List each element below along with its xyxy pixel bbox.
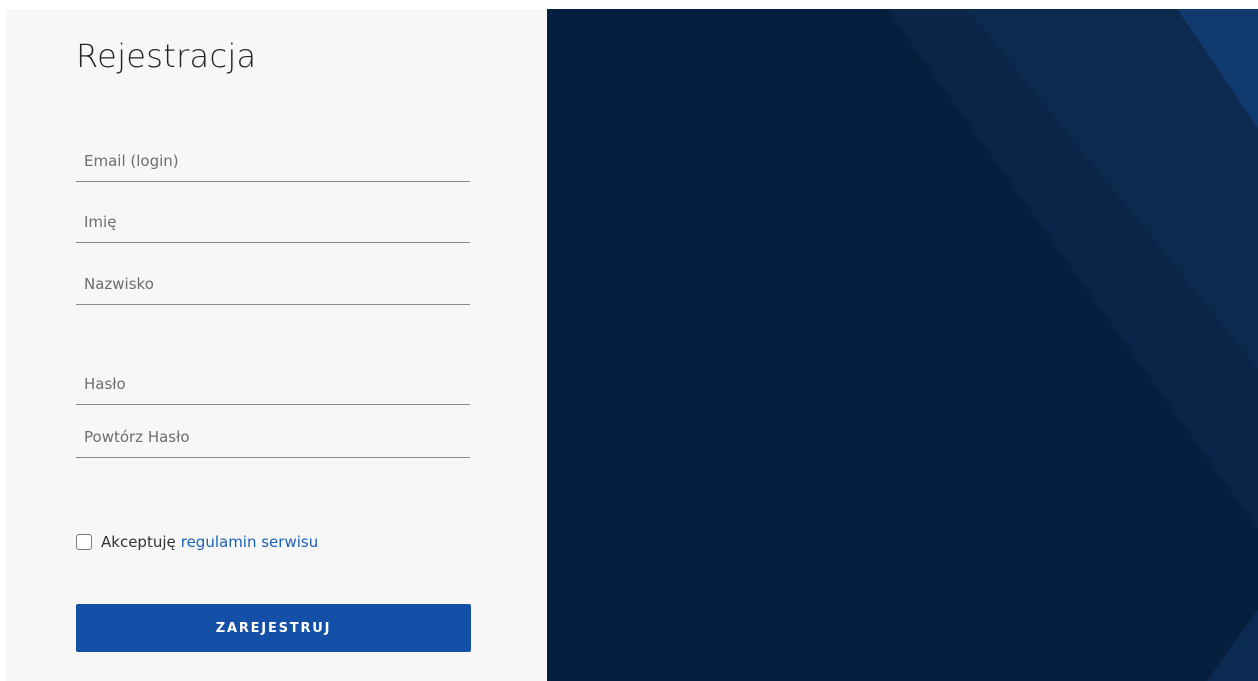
registration-page: Rejestracja Akceptuję regulamin serwisu … [6,9,1258,681]
password-field-wrapper [76,370,470,405]
last-name-field[interactable] [76,270,470,304]
register-button[interactable]: ZAREJESTRUJ [76,604,471,652]
first-name-field-wrapper [76,208,470,243]
hero-panel [547,9,1258,681]
first-name-field[interactable] [76,208,470,242]
accept-terms-label: Akceptuję [101,533,176,551]
last-name-field-wrapper [76,270,470,305]
password-repeat-field-wrapper [76,423,470,458]
hero-background-graphic [547,9,1258,681]
password-field[interactable] [76,370,470,404]
terms-link[interactable]: regulamin serwisu [181,533,318,551]
email-field-wrapper [76,147,470,182]
page-title: Rejestracja [76,37,257,75]
accept-terms-row: Akceptuję regulamin serwisu [76,533,318,551]
password-repeat-field[interactable] [76,423,470,457]
accept-terms-checkbox[interactable] [76,534,92,550]
registration-form-panel: Rejestracja Akceptuję regulamin serwisu … [6,9,547,681]
email-field[interactable] [76,147,470,181]
